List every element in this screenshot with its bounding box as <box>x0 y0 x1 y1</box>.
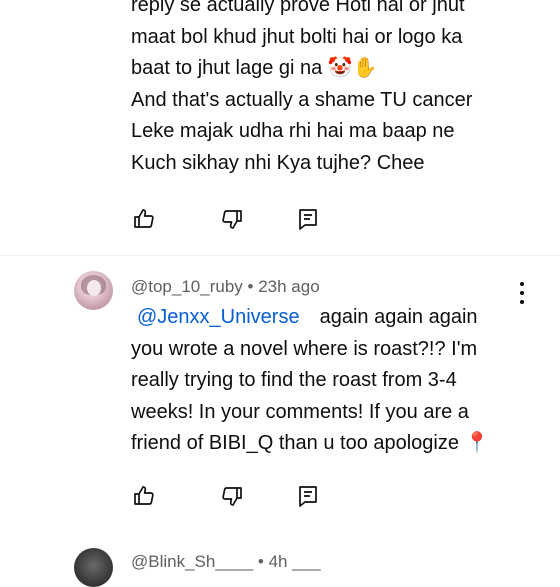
comment-line: reply se actually prove Hoti hai or jhut <box>131 0 465 16</box>
comment-line: And that's actually a shame TU cancer <box>131 88 473 111</box>
reply-button[interactable] <box>295 206 321 232</box>
thumbs-down-icon <box>222 210 242 229</box>
timestamp: 23h ago <box>258 277 320 296</box>
comment-divider <box>0 255 560 256</box>
reply-button[interactable] <box>295 483 321 509</box>
avatar[interactable] <box>74 548 113 587</box>
comment-action-bar <box>131 483 321 509</box>
comment-line: baat to jhut lage gi na 🤡✋ <box>131 57 378 79</box>
comment-line: Kuch sikhay nhi Kya tujhe? Chee <box>131 151 425 174</box>
comment-meta: @Blink_Sh____ • 4h ___ <box>131 552 321 571</box>
author-name[interactable]: @top_10_ruby <box>131 277 243 296</box>
comment-line: @Jenxx_Universe again again again <box>137 306 478 328</box>
like-button[interactable] <box>131 483 157 509</box>
meta-separator: • <box>247 277 254 296</box>
comment-line: really trying to find the roast from 3-4 <box>131 369 457 391</box>
comment-line: you wrote a novel where is roast?!? I'm <box>131 337 478 360</box>
comment-line: weeks! In your comments! If you are a <box>131 400 469 423</box>
like-button[interactable] <box>131 206 157 232</box>
comment-line: friend of BIBI_Q than u too apologize 📍 <box>131 432 490 454</box>
comment-body: @Jenxx_Universe again again again you wro… <box>131 302 531 460</box>
comment-body: reply se actually prove Hoti hai or jhut… <box>131 0 531 179</box>
more-options-icon[interactable] <box>517 282 527 304</box>
dislike-button[interactable] <box>219 483 245 509</box>
comment-meta: @top_10_ruby • 23h ago <box>131 277 320 297</box>
thumbs-up-icon <box>134 209 154 228</box>
mention-link[interactable]: @Jenxx_Universe <box>137 306 300 328</box>
comment-line: maat bol khud jhut bolti hai or logo ka <box>131 25 463 48</box>
reply-comment-icon <box>299 486 317 507</box>
avatar[interactable] <box>74 271 113 310</box>
thumbs-up-icon <box>134 486 154 505</box>
thumbs-down-icon <box>222 487 242 506</box>
reply-comment-icon <box>299 209 317 230</box>
comment-line: Leke majak udha rhi hai ma baap ne <box>131 120 455 142</box>
dislike-button[interactable] <box>219 206 245 232</box>
comment-action-bar <box>131 206 321 232</box>
